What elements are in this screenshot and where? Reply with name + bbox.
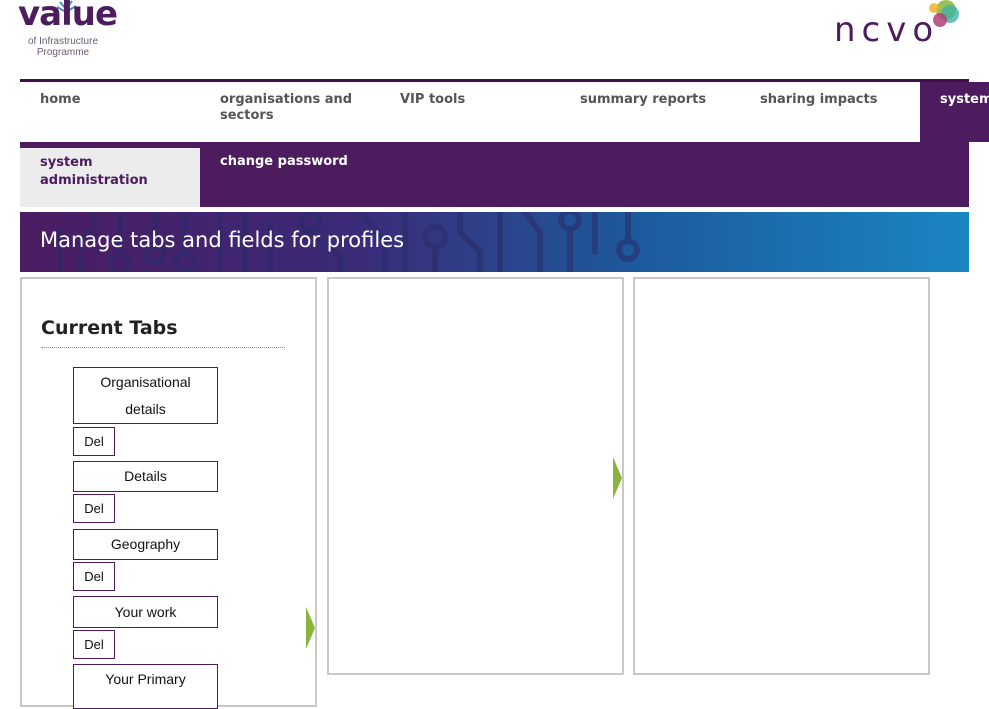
tab-details[interactable]: Details (73, 461, 218, 492)
logo-subtitle: of Infrastructure Programme (27, 36, 99, 58)
expand-arrow-icon[interactable] (613, 457, 622, 499)
delete-tab-button[interactable]: Del (73, 562, 115, 591)
page-banner: Manage tabs and fields for profiles (20, 212, 969, 272)
delete-tab-button[interactable]: Del (73, 427, 115, 456)
ncvo-logo[interactable]: ncvo (832, 0, 962, 60)
fields-panel (327, 277, 624, 675)
tab-your-primary[interactable]: Your Primary (73, 664, 218, 709)
subnav-system-administration[interactable]: system administration (20, 148, 200, 207)
delete-tab-button[interactable]: Del (73, 494, 115, 523)
page-title: Manage tabs and fields for profiles (40, 228, 405, 252)
nav-system-administration[interactable]: system administration (920, 82, 989, 142)
logo-wordmark: value (18, 0, 118, 34)
current-tabs-panel: Current Tabs Organisational details Del … (20, 277, 317, 709)
tab-organisational-details[interactable]: Organisational details (73, 367, 218, 424)
ncvo-dots-icon (929, 0, 959, 27)
subnav-change-password[interactable]: change password (220, 154, 348, 169)
tab-your-work[interactable]: Your work (73, 596, 218, 628)
nav-vip-tools[interactable]: VIP tools (400, 92, 465, 108)
nav-organisations-and-sectors[interactable]: organisations and sectors (220, 92, 370, 124)
vip-logo[interactable]: value of Infrastructure Programme (18, 0, 118, 62)
current-tabs-heading: Current Tabs (41, 317, 178, 339)
sub-navigation: system administration change password (20, 142, 969, 207)
field-details-panel (633, 277, 930, 675)
nav-home[interactable]: home (40, 92, 81, 108)
top-navigation: home organisations and sectors VIP tools… (20, 79, 989, 145)
nav-sharing-impacts[interactable]: sharing impacts (760, 92, 877, 108)
heading-divider (41, 347, 285, 348)
delete-tab-button[interactable]: Del (73, 630, 115, 659)
tab-geography[interactable]: Geography (73, 529, 218, 560)
nav-summary-reports[interactable]: summary reports (580, 92, 706, 108)
expand-arrow-icon[interactable] (306, 607, 315, 649)
